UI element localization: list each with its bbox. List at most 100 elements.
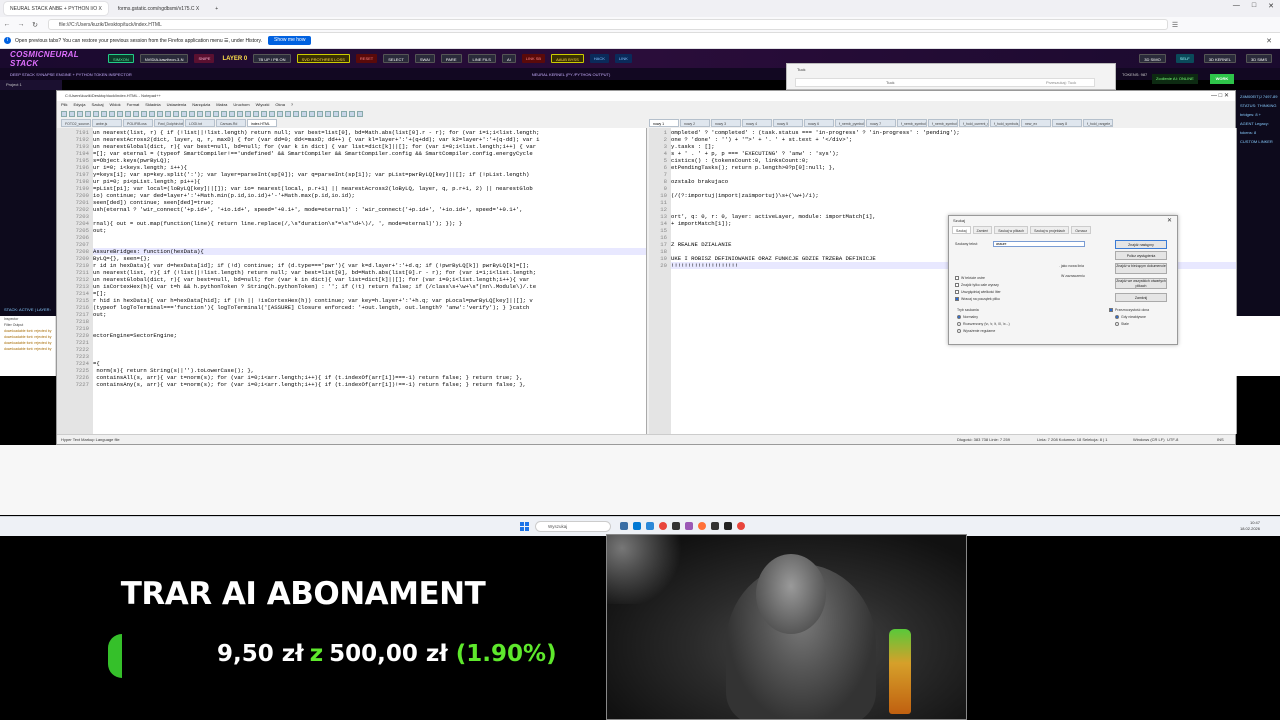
code-line[interactable]: 7217 out; <box>76 311 646 318</box>
code-line[interactable]: 6 etPendingTasks(); return p.length>0?p[0… <box>664 164 1236 171</box>
code-line[interactable]: 7212 un nearestGlobal(dict, r){ var best=… <box>76 276 646 283</box>
toolbar-button[interactable]: 3D KERNEL <box>1203 54 1236 63</box>
menu-item[interactable]: Składnia <box>145 101 160 109</box>
toolbar-icon[interactable] <box>61 111 67 117</box>
toolbar-icon[interactable] <box>285 111 291 117</box>
toolbar-icon[interactable] <box>333 111 339 117</box>
menu-item[interactable]: Edycja <box>73 101 85 109</box>
toolbar-button[interactable]: LINK SB <box>521 54 546 63</box>
toolbar-button[interactable]: HACK <box>589 54 609 63</box>
file-tab[interactable]: index.HTML <box>247 119 277 127</box>
file-tab[interactable]: f_hold_symbols_rl.css <box>990 119 1020 127</box>
toolbar-icon[interactable] <box>149 111 155 117</box>
maximize-icon[interactable]: □ <box>1252 2 1256 10</box>
menu-item[interactable]: Uruchom <box>233 101 249 109</box>
file-tab[interactable]: nowy 7 <box>866 119 896 127</box>
file-tab[interactable]: nowy 5 <box>773 119 803 127</box>
toolbar-icon[interactable] <box>349 111 355 117</box>
close-button[interactable]: Zamknij <box>1115 293 1167 302</box>
toolbar-icon[interactable] <box>325 111 331 117</box>
code-line[interactable]: 7218 <box>76 318 646 325</box>
popup-tab[interactable]: Tuck <box>787 64 1115 76</box>
code-line[interactable]: 7192 un nearestAcross2(dict, layer, q, r,… <box>76 136 646 143</box>
forward-icon[interactable]: → <box>14 21 28 28</box>
menu-item[interactable]: Narzędzia <box>192 101 210 109</box>
code-line[interactable]: 7201 seen[ded]) continue; seen[ded]=true; <box>76 199 646 206</box>
file-tab[interactable]: nowy 1 <box>649 119 679 127</box>
code-line[interactable]: 7199 =pList[pi]; var local=(loByLQ[key]||… <box>76 185 646 192</box>
menu-item[interactable]: Wtyczki <box>256 101 270 109</box>
code-line[interactable]: 7216 (typeof logToTerminal==='function'){… <box>76 304 646 311</box>
menu-item[interactable]: Widok <box>109 101 120 109</box>
file-tab[interactable]: FOTO2_source.txt <box>61 119 91 127</box>
toolbar-icon[interactable] <box>229 111 235 117</box>
toolbar-icon[interactable] <box>85 111 91 117</box>
toolbar-button[interactable]: LINE FILS <box>467 54 496 63</box>
code-line[interactable]: 10 (/(?:importuj|import|zaimportuj)\s+(\w… <box>660 192 1236 199</box>
left-editor-pane[interactable]: 7191 un nearest(list, r) { if (!list||!li… <box>57 128 647 434</box>
app-icon[interactable] <box>672 522 680 530</box>
code-line[interactable]: 7210 r id in hexData){ var d=hexData[id];… <box>76 262 646 269</box>
code-line[interactable]: 5 cistics() : {tokensCount:0, linksCount:… <box>664 157 1236 164</box>
menu-item[interactable]: Format <box>127 101 140 109</box>
file-tab[interactable]: Canvas.Rd <box>216 119 246 127</box>
file-tab[interactable]: f_hold_current_rl.css <box>959 119 989 127</box>
close-icon[interactable]: ✕ <box>1167 216 1172 226</box>
code-line[interactable]: 7206 <box>76 234 646 241</box>
code-line[interactable]: 7221 <box>76 339 646 346</box>
toolbar-icon[interactable] <box>237 111 243 117</box>
toolbar-icon[interactable] <box>101 111 107 117</box>
tab-replace[interactable]: Zamień <box>972 226 993 234</box>
toolbar-icon[interactable] <box>197 111 203 117</box>
windows-start-icon[interactable] <box>520 522 529 531</box>
new-tab-button[interactable]: + <box>209 2 224 15</box>
code-line[interactable]: 3 y.tasks : []; <box>664 143 1236 150</box>
tab-find-in-files[interactable]: Szukaj w plikach <box>994 226 1029 234</box>
file-tab[interactable]: nowy 3 <box>711 119 741 127</box>
toolbar-icon[interactable] <box>109 111 115 117</box>
menu-item[interactable]: Ustawienia <box>167 101 187 109</box>
app-icon[interactable] <box>711 522 719 530</box>
toolbar-icon[interactable] <box>357 111 363 117</box>
close-icon[interactable]: ✕ <box>1268 2 1274 10</box>
code-line[interactable]: 7223 <box>76 353 646 360</box>
toolbar-button[interactable]: AAUB BYSS <box>551 54 584 63</box>
code-line[interactable]: 7219 <box>76 325 646 332</box>
mode-radio[interactable]: Rozszerzony (\n, \r, \t, \0, \x...) <box>957 322 1010 326</box>
code-line[interactable]: 7193 un nearestGlobal(dict, r){ var best=… <box>76 143 646 150</box>
code-line[interactable]: 7208 AssureBridges: function(hexData){ <box>76 248 646 255</box>
code-line[interactable]: 7214 =[]; <box>76 290 646 297</box>
reset-button[interactable]: RESET <box>355 54 378 63</box>
code-line[interactable]: 2 one ? 'done' : '') + '">' + '. ' + st.t… <box>664 136 1236 143</box>
show-me-how-button[interactable]: Show me how <box>268 36 312 45</box>
code-line[interactable]: 7203 <box>76 213 646 220</box>
option-checkbox[interactable]: Uwzględniaj wielkość liter <box>955 290 1001 294</box>
toolbar-icon[interactable] <box>165 111 171 117</box>
file-tab[interactable]: f_nemb_symbols_2.css <box>897 119 927 127</box>
terminal-icon[interactable] <box>724 522 732 530</box>
tab-find[interactable]: Szukaj <box>952 226 971 234</box>
option-checkbox[interactable]: W tekście ostre <box>955 276 985 280</box>
tab-find-in-projects[interactable]: Szukaj w projektach <box>1030 226 1070 234</box>
system-clock[interactable]: 10:47 18.02.2026 <box>1240 520 1260 532</box>
reload-icon[interactable]: ↻ <box>28 21 42 29</box>
mode-radio[interactable]: Normalny <box>957 315 978 319</box>
toolbar-icon[interactable] <box>261 111 267 117</box>
toolbar-icon[interactable] <box>77 111 83 117</box>
file-tab[interactable]: f_hold_rangele_list.css <box>1083 119 1113 127</box>
code-line[interactable]: 7215 r hid in hexData){ var h=hexData[hid… <box>76 297 646 304</box>
code-line[interactable]: 9 <box>664 185 1236 192</box>
menu-item[interactable]: ? <box>291 101 293 109</box>
file-tab[interactable]: Fwd_Dolphin.txt <box>154 119 184 127</box>
code-line[interactable]: 1 ompleted' ? 'completed' : (task.status … <box>664 129 1236 136</box>
toolbar-icon[interactable] <box>133 111 139 117</box>
toolbar-icon[interactable] <box>117 111 123 117</box>
code-line[interactable]: 7197 y=keys[i]; var sp=key.split(':'); va… <box>76 171 646 178</box>
transparency-radio[interactable]: Gdy nieaktywne <box>1115 315 1146 319</box>
code-line[interactable]: 4 s + ' . ' + p, p === 'EXECUTING' ? 'anw… <box>664 150 1236 157</box>
search-input[interactable]: assure <box>993 241 1085 247</box>
find-all-open-button[interactable]: Znajdź we wszystkich otwartych plikach <box>1115 278 1167 289</box>
popup-address[interactable]: Tuck Przeszukaj: Tuck <box>795 78 1095 87</box>
find-next-button[interactable]: Znajdź następny <box>1115 240 1167 249</box>
code-line[interactable]: 7211 un nearest(list, r){ if (!list||!lis… <box>76 269 646 276</box>
